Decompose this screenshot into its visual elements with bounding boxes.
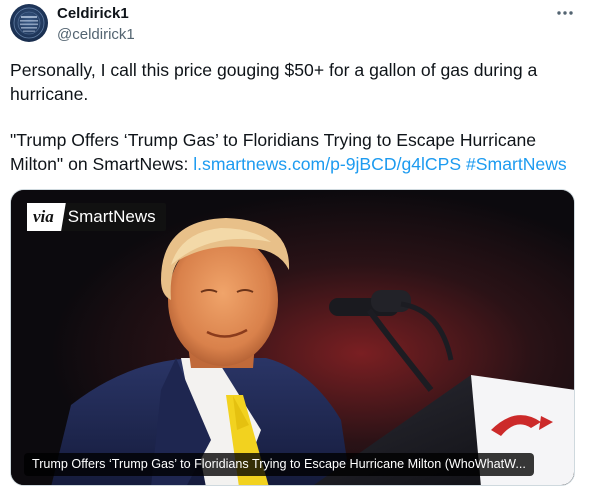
- author-handle[interactable]: @celdirick1: [57, 26, 135, 43]
- avatar[interactable]: [10, 4, 48, 42]
- tweet-text: Personally, I call this price gouging $5…: [10, 58, 580, 176]
- more-dots-icon: [557, 11, 573, 15]
- hashtag-link[interactable]: #SmartNews: [466, 154, 567, 174]
- tweet: Celdirick1 @celdirick1 Personally, I cal…: [0, 0, 589, 491]
- article-link[interactable]: l.smartnews.com/p-9jBCD/g4lCPS: [193, 154, 461, 174]
- more-options-button[interactable]: [552, 2, 578, 24]
- author-display-name[interactable]: Celdirick1: [57, 5, 129, 22]
- via-smartnews-badge: via SmartNews: [27, 203, 166, 231]
- avatar-image: [13, 7, 45, 39]
- card-image: [11, 190, 574, 485]
- card-caption: Trump Offers ‘Trump Gas’ to Floridians T…: [24, 453, 534, 476]
- tweet-comment: Personally, I call this price gouging $5…: [10, 60, 538, 104]
- via-brand: SmartNews: [67, 207, 156, 226]
- link-preview-card[interactable]: via SmartNews Trump Offers ‘Trump Gas’ t…: [10, 189, 575, 486]
- via-label: via: [27, 203, 66, 231]
- tweet-quote-line: "Trump Offers ‘Trump Gas’ to Floridians …: [10, 128, 580, 176]
